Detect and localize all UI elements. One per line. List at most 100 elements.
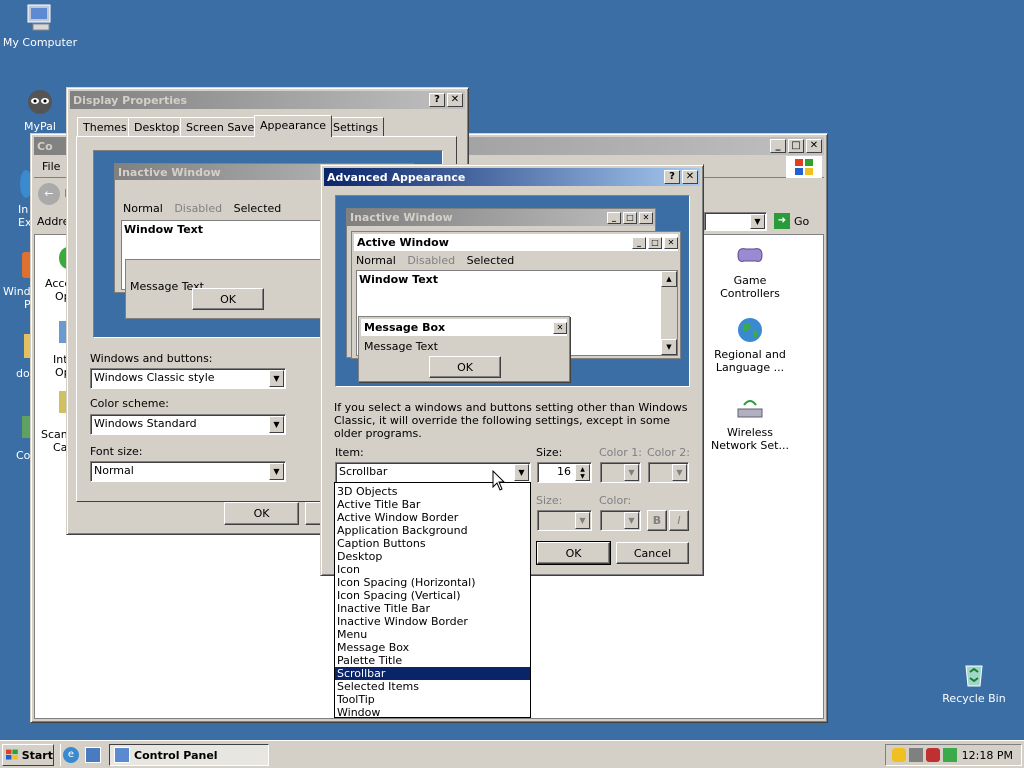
wireless-icon xyxy=(737,400,763,418)
item-label: Regional and Language ... xyxy=(714,348,786,374)
dropdown-option[interactable]: Icon Spacing (Horizontal) xyxy=(335,576,530,589)
tab-desktop[interactable]: Desktop xyxy=(128,117,186,137)
security-icon[interactable] xyxy=(926,748,940,762)
go-arrow-icon[interactable]: ➜ xyxy=(774,213,790,229)
address-label: Addre xyxy=(37,215,70,228)
dropdown-option[interactable]: Active Title Bar xyxy=(335,498,530,511)
desktop-icon-my-computer[interactable]: My Computer xyxy=(0,2,80,49)
select-value: Windows Classic style xyxy=(94,371,215,384)
select-value: Normal xyxy=(94,464,134,477)
dropdown-option[interactable]: Menu xyxy=(335,628,530,641)
tab-settings[interactable]: Settings xyxy=(327,117,385,137)
spinner-arrows-icon[interactable]: ▲ ▼ xyxy=(575,464,590,481)
chevron-down-icon[interactable]: ▼ xyxy=(514,464,529,481)
size-value: 16 xyxy=(557,465,571,478)
dropdown-option[interactable]: Application Background xyxy=(335,524,530,537)
dropdown-option[interactable]: Selected Items xyxy=(335,680,530,693)
size-spinner[interactable]: 16 ▲ ▼ xyxy=(537,462,592,483)
chevron-down-icon[interactable]: ▼ xyxy=(672,464,687,481)
italic-button[interactable]: I xyxy=(669,510,689,531)
close-icon: ✕ xyxy=(639,211,653,224)
close-button[interactable]: ✕ xyxy=(682,170,698,184)
select-value: Windows Standard xyxy=(94,417,197,430)
close-button[interactable]: ✕ xyxy=(806,139,822,153)
dropdown-option[interactable]: Active Window Border xyxy=(335,511,530,524)
bold-button[interactable]: B xyxy=(647,510,667,531)
color1-picker[interactable]: ▼ xyxy=(600,462,641,483)
item-dropdown-list[interactable]: 3D Objects Active Title Bar Active Windo… xyxy=(334,482,531,719)
scroll-up-icon: ▲ xyxy=(661,271,677,287)
clock[interactable]: 12:18 PM xyxy=(962,749,1021,762)
minimize-button[interactable]: _ xyxy=(770,139,786,153)
item-label: Game Controllers xyxy=(720,274,780,300)
dropdown-option[interactable]: Window xyxy=(335,706,530,719)
font-size-select[interactable]: Normal ▼ xyxy=(90,461,286,482)
menu-normal: Normal xyxy=(356,254,396,267)
desktop-icon-label: Recycle Bin xyxy=(942,692,1006,705)
chevron-down-icon[interactable]: ▼ xyxy=(624,512,639,529)
address-combo[interactable]: ▼ xyxy=(704,212,767,231)
back-arrow-icon[interactable]: ← xyxy=(38,183,60,205)
network-icon[interactable] xyxy=(909,748,923,762)
maximize-button[interactable]: □ xyxy=(788,139,804,153)
dropdown-option[interactable]: Palette Title xyxy=(335,654,530,667)
item-regional-language[interactable]: Regional and Language ... xyxy=(705,315,795,374)
ok-button[interactable]: OK xyxy=(536,541,611,565)
desktop-icon-label: MyPal xyxy=(24,120,56,133)
close-button[interactable]: ✕ xyxy=(447,93,463,107)
desktop-partial-label: Co xyxy=(16,449,31,462)
font-size-select[interactable]: ▼ xyxy=(537,510,592,531)
advanced-appearance-titlebar[interactable]: Advanced Appearance ? ✕ xyxy=(324,168,700,186)
item-game-controllers[interactable]: Game Controllers xyxy=(705,241,795,300)
display-properties-titlebar[interactable]: Display Properties ? ✕ xyxy=(70,91,465,109)
dropdown-option[interactable]: Icon Spacing (Vertical) xyxy=(335,589,530,602)
tab-screen-saver[interactable]: Screen Saver xyxy=(180,117,265,137)
dropdown-option[interactable]: ToolTip xyxy=(335,693,530,706)
shield-icon[interactable] xyxy=(892,748,906,762)
help-button[interactable]: ? xyxy=(429,93,445,107)
menu-disabled: Disabled xyxy=(174,202,223,215)
go-button[interactable]: Go xyxy=(794,215,809,228)
preview-window-text: Window Text xyxy=(359,273,439,286)
color-scheme-select[interactable]: Windows Standard ▼ xyxy=(90,414,286,435)
chevron-down-icon[interactable]: ▼ xyxy=(269,370,284,387)
menu-file[interactable]: File xyxy=(42,160,60,173)
dropdown-option[interactable]: Icon xyxy=(335,563,530,576)
maximize-icon: □ xyxy=(623,211,637,224)
dropdown-option[interactable]: Inactive Window Border xyxy=(335,615,530,628)
size-label: Size: xyxy=(536,446,563,459)
chevron-down-icon[interactable]: ▼ xyxy=(575,512,590,529)
start-button[interactable]: Start xyxy=(2,744,54,766)
windows-buttons-select[interactable]: Windows Classic style ▼ xyxy=(90,368,286,389)
chevron-down-icon[interactable]: ▼ xyxy=(624,464,639,481)
close-icon: ✕ xyxy=(553,321,567,334)
color2-picker[interactable]: ▼ xyxy=(648,462,689,483)
tab-themes[interactable]: Themes xyxy=(77,117,133,137)
wireless-tray-icon[interactable] xyxy=(943,748,957,762)
internet-explorer-icon[interactable]: e xyxy=(63,747,79,763)
dropdown-option[interactable]: Caption Buttons xyxy=(335,537,530,550)
dropdown-option[interactable]: Message Box xyxy=(335,641,530,654)
preview-menu: Normal Disabled Selected xyxy=(356,254,514,267)
menu-disabled: Disabled xyxy=(407,254,456,267)
chevron-down-icon[interactable]: ▼ xyxy=(750,214,765,229)
chevron-down-icon[interactable]: ▼ xyxy=(269,463,284,480)
windows-buttons-label: Windows and buttons: xyxy=(90,352,213,365)
preview-scrollbar: ▲ ▼ xyxy=(661,271,677,355)
chevron-down-icon[interactable]: ▼ xyxy=(269,416,284,433)
dropdown-option[interactable]: Desktop xyxy=(335,550,530,563)
dropdown-option[interactable]: Inactive Title Bar xyxy=(335,602,530,615)
preview-menu: Normal Disabled Selected xyxy=(123,202,281,215)
dropdown-option-selected[interactable]: Scrollbar xyxy=(335,667,530,680)
ok-button[interactable]: OK xyxy=(224,502,299,525)
taskbar-control-panel[interactable]: Control Panel xyxy=(109,744,269,766)
item-wireless-network[interactable]: Wireless Network Set... xyxy=(705,393,795,452)
font-color-picker[interactable]: ▼ xyxy=(600,510,641,531)
help-button[interactable]: ? xyxy=(664,170,680,184)
show-desktop-icon[interactable] xyxy=(85,747,101,763)
task-label: Control Panel xyxy=(134,748,218,762)
desktop-partial-label: In xyxy=(18,203,29,216)
tab-appearance[interactable]: Appearance xyxy=(254,115,333,137)
cancel-button[interactable]: Cancel xyxy=(616,542,689,564)
desktop-icon-recycle-bin[interactable]: Recycle Bin xyxy=(934,658,1014,705)
